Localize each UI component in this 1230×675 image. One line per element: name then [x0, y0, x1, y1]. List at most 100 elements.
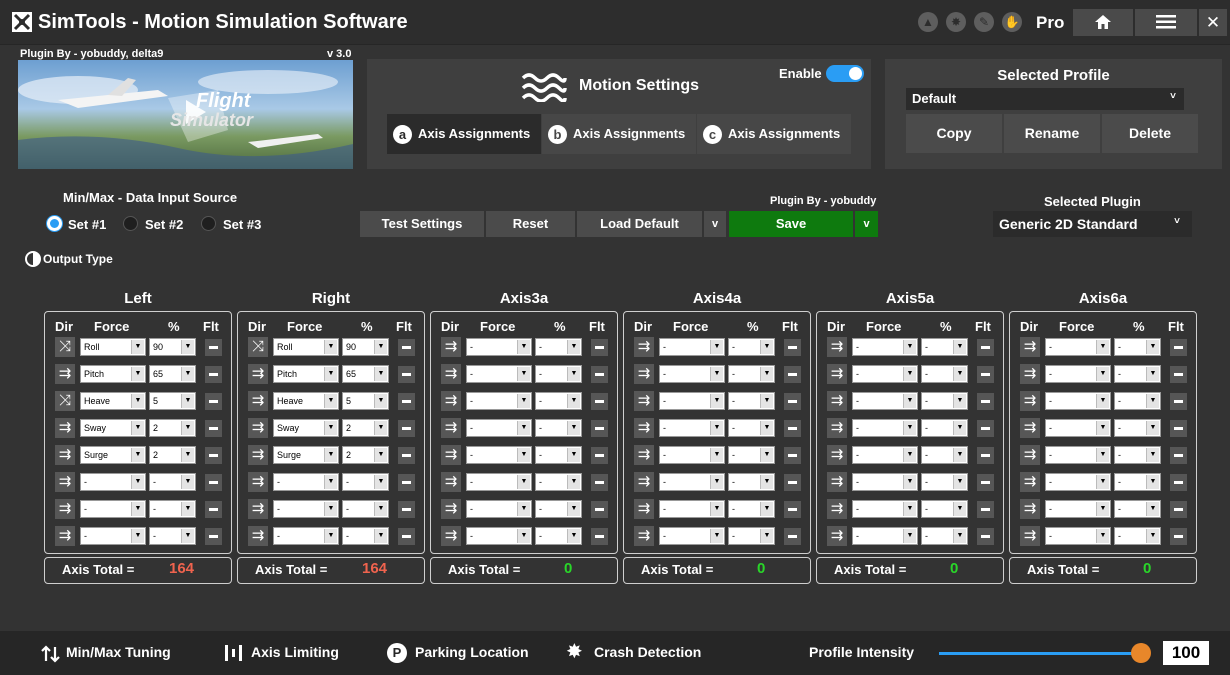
force-select[interactable]: - ▼	[852, 527, 918, 545]
percent-select[interactable]: - ▼	[921, 365, 968, 383]
force-select[interactable]: - ▼	[466, 473, 532, 491]
percent-select[interactable]: - ▼	[1114, 527, 1161, 545]
force-select[interactable]: - ▼	[273, 527, 339, 545]
profile-select[interactable]: Default ˅	[906, 88, 1184, 110]
percent-select[interactable]: - ▼	[535, 500, 582, 518]
percent-select[interactable]: - ▼	[535, 473, 582, 491]
force-select[interactable]: - ▼	[466, 446, 532, 464]
forward-direction-icon[interactable]: ⇉	[1020, 526, 1040, 546]
percent-select[interactable]: - ▼	[921, 473, 968, 491]
forward-direction-icon[interactable]: ⇉	[827, 418, 847, 438]
percent-select[interactable]: - ▼	[921, 446, 968, 464]
hand-icon[interactable]: ✋	[1002, 12, 1022, 32]
forward-direction-icon[interactable]: ⇉	[55, 364, 75, 384]
percent-select[interactable]: - ▼	[535, 527, 582, 545]
filter-button[interactable]	[784, 420, 801, 437]
percent-select[interactable]: - ▼	[728, 500, 775, 518]
force-select[interactable]: - ▼	[466, 500, 532, 518]
force-select[interactable]: - ▼	[659, 338, 725, 356]
forward-direction-icon[interactable]: ⇉	[634, 526, 654, 546]
percent-select[interactable]: - ▼	[342, 500, 389, 518]
forward-direction-icon[interactable]: ⇉	[634, 472, 654, 492]
filter-button[interactable]	[398, 474, 415, 491]
forward-direction-icon[interactable]: ⇉	[55, 472, 75, 492]
filter-button[interactable]	[591, 366, 608, 383]
forward-direction-icon[interactable]: ⇉	[248, 445, 268, 465]
forward-direction-icon[interactable]: ⇉	[827, 364, 847, 384]
plugin-select[interactable]: Generic 2D Standard ˅	[993, 211, 1192, 237]
percent-select[interactable]: - ▼	[728, 419, 775, 437]
percent-select[interactable]: - ▼	[728, 392, 775, 410]
filter-button[interactable]	[591, 474, 608, 491]
tab-axis-c[interactable]: c Axis Assignments	[697, 114, 851, 154]
delete-button[interactable]: Delete	[1102, 114, 1198, 153]
force-select[interactable]: Roll ▼	[80, 338, 146, 356]
forward-direction-icon[interactable]: ⇉	[248, 418, 268, 438]
filter-button[interactable]	[591, 393, 608, 410]
filter-button[interactable]	[205, 501, 222, 518]
filter-button[interactable]	[977, 474, 994, 491]
forward-direction-icon[interactable]: ⇉	[441, 418, 461, 438]
percent-select[interactable]: - ▼	[149, 500, 196, 518]
force-select[interactable]: - ▼	[1045, 473, 1111, 491]
minmax-tuning-link[interactable]: Min/Max Tuning	[66, 644, 171, 660]
percent-select[interactable]: - ▼	[535, 419, 582, 437]
filter-button[interactable]	[977, 393, 994, 410]
percent-select[interactable]: - ▼	[921, 419, 968, 437]
radio-set-3[interactable]	[201, 216, 216, 231]
filter-button[interactable]	[398, 447, 415, 464]
close-button[interactable]: ✕	[1199, 9, 1227, 36]
percent-select[interactable]: - ▼	[149, 473, 196, 491]
percent-select[interactable]: - ▼	[921, 338, 968, 356]
force-select[interactable]: Heave ▼	[273, 392, 339, 410]
percent-select[interactable]: - ▼	[921, 527, 968, 545]
filter-button[interactable]	[591, 528, 608, 545]
filter-button[interactable]	[398, 501, 415, 518]
filter-button[interactable]	[1170, 366, 1187, 383]
tab-axis-b[interactable]: b Axis Assignments	[542, 114, 696, 154]
filter-button[interactable]	[591, 447, 608, 464]
force-select[interactable]: Sway ▼	[80, 419, 146, 437]
force-select[interactable]: - ▼	[852, 446, 918, 464]
forward-direction-icon[interactable]: ⇉	[634, 499, 654, 519]
test-settings-button[interactable]: Test Settings	[360, 211, 484, 237]
percent-select[interactable]: - ▼	[728, 338, 775, 356]
radio-set-2[interactable]	[123, 216, 138, 231]
forward-direction-icon[interactable]: ⇉	[248, 472, 268, 492]
menu-button[interactable]	[1135, 9, 1197, 36]
percent-select[interactable]: - ▼	[728, 365, 775, 383]
home-button[interactable]	[1073, 9, 1133, 36]
forward-direction-icon[interactable]: ⇉	[441, 526, 461, 546]
filter-button[interactable]	[591, 501, 608, 518]
filter-button[interactable]	[784, 447, 801, 464]
filter-button[interactable]	[591, 339, 608, 356]
force-select[interactable]: - ▼	[1045, 419, 1111, 437]
copy-button[interactable]: Copy	[906, 114, 1002, 153]
invert-direction-icon[interactable]: ⤨	[55, 337, 75, 357]
percent-select[interactable]: 90 ▼	[342, 338, 389, 356]
percent-select[interactable]: 2 ▼	[342, 446, 389, 464]
invert-direction-icon[interactable]: ⤨	[55, 391, 75, 411]
force-select[interactable]: - ▼	[1045, 365, 1111, 383]
percent-select[interactable]: - ▼	[728, 473, 775, 491]
percent-select[interactable]: 5 ▼	[342, 392, 389, 410]
forward-direction-icon[interactable]: ⇉	[827, 526, 847, 546]
forward-direction-icon[interactable]: ⇉	[827, 337, 847, 357]
output-type-label[interactable]: Output Type	[43, 252, 113, 266]
crash-detection-link[interactable]: Crash Detection	[594, 644, 701, 660]
filter-button[interactable]	[784, 501, 801, 518]
percent-select[interactable]: 5 ▼	[149, 392, 196, 410]
percent-select[interactable]: - ▼	[535, 365, 582, 383]
percent-select[interactable]: - ▼	[728, 527, 775, 545]
forward-direction-icon[interactable]: ⇉	[1020, 499, 1040, 519]
filter-button[interactable]	[205, 339, 222, 356]
filter-button[interactable]	[205, 474, 222, 491]
force-select[interactable]: - ▼	[659, 500, 725, 518]
filter-button[interactable]	[205, 447, 222, 464]
forward-direction-icon[interactable]: ⇉	[634, 364, 654, 384]
filter-button[interactable]	[977, 501, 994, 518]
filter-button[interactable]	[977, 447, 994, 464]
force-select[interactable]: - ▼	[852, 419, 918, 437]
percent-select[interactable]: - ▼	[535, 446, 582, 464]
forward-direction-icon[interactable]: ⇉	[55, 445, 75, 465]
